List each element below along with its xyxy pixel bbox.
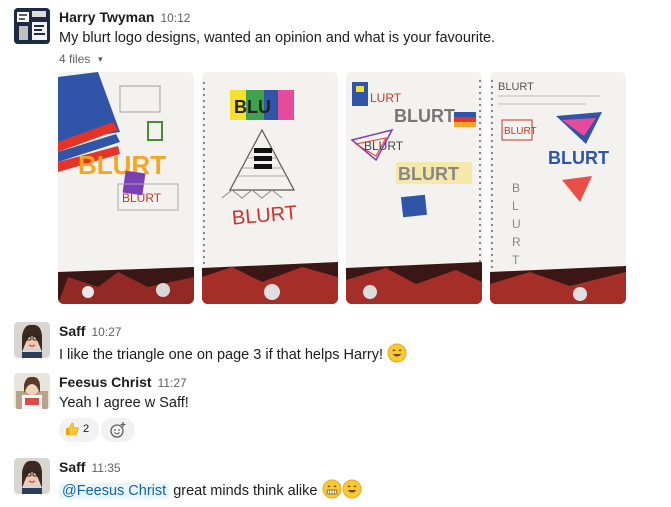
author-name[interactable]: Saff 10:27 — [59, 323, 121, 339]
chevron-down-icon: ▼ — [96, 55, 105, 64]
thumbs-up-icon — [64, 421, 80, 440]
timestamp[interactable]: 10:27 — [91, 325, 121, 339]
avatar[interactable] — [14, 373, 50, 409]
grin-emoji-icon — [322, 479, 342, 499]
add-reaction-button[interactable] — [101, 418, 135, 442]
files-count: 4 files — [59, 52, 91, 66]
sketch-blurt-red: BLURT — [122, 191, 162, 205]
message-feesus: Feesus Christ 11:27 Yeah I agree w Saff! — [0, 367, 671, 447]
svg-text:B: B — [512, 181, 520, 195]
message-text: Yeah I agree w Saff! — [59, 395, 189, 411]
svg-text:R: R — [512, 235, 521, 249]
sketch-blurt-grey: BLURT — [394, 106, 455, 126]
avatar[interactable] — [14, 8, 50, 44]
svg-text:BLURT: BLURT — [398, 164, 459, 184]
svg-text:L: L — [512, 199, 519, 213]
message-saff-2: Saff 11:35 @Feesus Christ great minds thi… — [0, 452, 671, 507]
add-reaction-icon — [109, 421, 127, 442]
user-mention[interactable]: @Feesus Christ — [59, 483, 170, 499]
sketch-blurt-block: BLU — [234, 97, 271, 117]
smile-emoji-icon — [342, 479, 362, 499]
author-name[interactable]: Harry Twyman 10:12 — [59, 9, 190, 25]
author-name[interactable]: Feesus Christ 11:27 — [59, 374, 187, 390]
image-thumbnail-3[interactable]: LURT BLURT BLURT BLURT — [346, 72, 482, 304]
message-text: I like the triangle one on page 3 if tha… — [59, 343, 407, 363]
smile-emoji-icon — [387, 343, 407, 363]
timestamp[interactable]: 10:12 — [160, 11, 190, 25]
message-body: great minds think alike — [173, 483, 318, 499]
svg-text:BLURT: BLURT — [364, 139, 404, 153]
svg-text:BLURT: BLURT — [498, 81, 534, 93]
author-name[interactable]: Saff 11:35 — [59, 459, 121, 475]
timestamp[interactable]: 11:27 — [158, 376, 187, 390]
message-text: My blurt logo designs, wanted an opinion… — [59, 30, 496, 46]
message-saff-1: Saff 10:27 I like the triangle one on pag… — [0, 316, 671, 366]
message-text: @Feesus Christ great minds think alike — [59, 479, 362, 499]
avatar[interactable] — [14, 322, 50, 358]
reaction-thumbs-up[interactable]: 2 — [59, 418, 99, 442]
image-thumbnail-2[interactable]: BLU BLURT — [202, 72, 338, 304]
timestamp[interactable]: 11:35 — [91, 461, 120, 475]
file-thumbnails: BLURT BLURT BLU BLURT LURT BLURT BLURT B… — [58, 72, 628, 304]
files-toggle[interactable]: 4 files ▼ — [59, 52, 104, 66]
svg-text:BLURT: BLURT — [504, 126, 537, 137]
svg-text:T: T — [512, 253, 520, 267]
reaction-count: 2 — [83, 423, 90, 435]
avatar[interactable] — [14, 458, 50, 494]
image-thumbnail-1[interactable]: BLURT BLURT — [58, 72, 194, 304]
svg-text:U: U — [512, 217, 521, 231]
sketch-blurt-orange: BLURT — [78, 150, 166, 180]
svg-text:LURT: LURT — [370, 91, 402, 105]
message-harry: Harry Twyman 10:12 My blurt logo designs,… — [0, 0, 671, 310]
image-thumbnail-4[interactable]: BLURT BLURT BLURT B L U R T — [490, 72, 626, 304]
sketch-blurt-blue: BLURT — [548, 148, 609, 168]
message-body: I like the triangle one on page 3 if tha… — [59, 347, 384, 363]
